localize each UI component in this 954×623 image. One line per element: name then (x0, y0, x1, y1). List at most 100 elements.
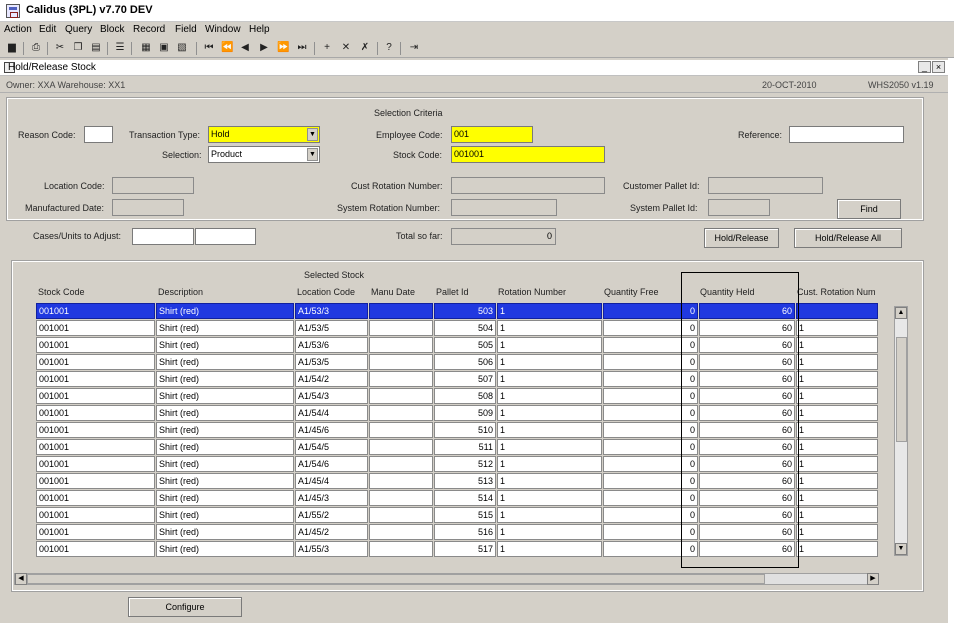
cell-location-code[interactable]: A1/45/3 (295, 490, 368, 506)
cell-pallet-id[interactable]: 511 (434, 439, 496, 455)
cell-description[interactable]: Shirt (red) (156, 320, 294, 336)
cell-cust-rotation[interactable]: 1 (796, 405, 878, 421)
cell-pallet-id[interactable]: 509 (434, 405, 496, 421)
cell-rotation-number[interactable]: 1 (497, 439, 602, 455)
cell-location-code[interactable]: A1/53/3 (295, 303, 368, 319)
cell-cust-rotation[interactable]: 1 (796, 388, 878, 404)
cell-location-code[interactable]: A1/53/5 (295, 354, 368, 370)
manufactured-date-input[interactable] (112, 199, 184, 216)
stock-code-input[interactable]: 001001 (451, 146, 605, 163)
cell-description[interactable]: Shirt (red) (156, 541, 294, 557)
cell-location-code[interactable]: A1/53/6 (295, 337, 368, 353)
cell-rotation-number[interactable]: 1 (497, 320, 602, 336)
cell-stock-code[interactable]: 001001 (36, 490, 155, 506)
cell-pallet-id[interactable]: 512 (434, 456, 496, 472)
cell-pallet-id[interactable]: 510 (434, 422, 496, 438)
cell-pallet-id[interactable]: 516 (434, 524, 496, 540)
exit-icon[interactable]: ⇥ (408, 42, 420, 54)
menu-action[interactable]: Action (4, 24, 32, 35)
cell-stock-code[interactable]: 001001 (36, 405, 155, 421)
cell-description[interactable]: Shirt (red) (156, 524, 294, 540)
cell-manu-date[interactable] (369, 354, 433, 370)
cell-cust-rotation[interactable]: 1 (796, 422, 878, 438)
cell-stock-code[interactable]: 001001 (36, 473, 155, 489)
paste-record-icon[interactable]: ▧ (176, 42, 188, 54)
next-record-icon[interactable]: ▶ (258, 42, 270, 54)
cell-stock-code[interactable]: 001001 (36, 303, 155, 319)
cell-description[interactable]: Shirt (red) (156, 473, 294, 489)
cell-cust-rotation[interactable]: 1 (796, 490, 878, 506)
transaction-type-select[interactable]: Hold ▼ (208, 126, 320, 143)
cell-cust-rotation[interactable]: 1 (796, 456, 878, 472)
menu-record[interactable]: Record (133, 24, 165, 35)
cell-stock-code[interactable]: 001001 (36, 320, 155, 336)
cell-manu-date[interactable] (369, 422, 433, 438)
paste-icon[interactable]: ▤ (90, 42, 102, 54)
cell-stock-code[interactable]: 001001 (36, 354, 155, 370)
cell-stock-code[interactable]: 001001 (36, 388, 155, 404)
cell-stock-code[interactable]: 001001 (36, 524, 155, 540)
cell-manu-date[interactable] (369, 388, 433, 404)
cell-description[interactable]: Shirt (red) (156, 507, 294, 523)
insert-record-icon[interactable]: + (321, 42, 333, 54)
units-to-adjust-input[interactable] (195, 228, 256, 245)
hold-release-button[interactable]: Hold/Release (704, 228, 779, 248)
cell-rotation-number[interactable]: 1 (497, 422, 602, 438)
cell-pallet-id[interactable]: 513 (434, 473, 496, 489)
duplicate-record-icon[interactable]: ✗ (359, 42, 371, 54)
selection-select[interactable]: Product ▼ (208, 146, 320, 163)
cell-cust-rotation[interactable]: 1 (796, 524, 878, 540)
cell-manu-date[interactable] (369, 456, 433, 472)
menu-query[interactable]: Query (65, 24, 92, 35)
customer-pallet-input[interactable] (708, 177, 823, 194)
cell-manu-date[interactable] (369, 473, 433, 489)
scroll-up-icon[interactable]: ▲ (895, 307, 907, 319)
horizontal-scrollbar[interactable]: ◀ ▶ (14, 573, 879, 585)
system-pallet-input[interactable] (708, 199, 770, 216)
employee-code-input[interactable]: 001 (451, 126, 533, 143)
location-code-input[interactable] (112, 177, 194, 194)
cell-manu-date[interactable] (369, 524, 433, 540)
cell-rotation-number[interactable]: 1 (497, 490, 602, 506)
hold-release-all-button[interactable]: Hold/Release All (794, 228, 902, 248)
delete-record-icon[interactable]: ✕ (340, 42, 352, 54)
scroll-down-icon[interactable]: ▼ (895, 543, 907, 555)
cell-description[interactable]: Shirt (red) (156, 337, 294, 353)
print-icon[interactable]: ⎙ (30, 42, 42, 54)
cell-location-code[interactable]: A1/54/2 (295, 371, 368, 387)
cell-cust-rotation[interactable] (796, 303, 878, 319)
cell-rotation-number[interactable]: 1 (497, 405, 602, 421)
help-icon[interactable]: ? (383, 42, 395, 54)
cell-cust-rotation[interactable]: 1 (796, 541, 878, 557)
cell-location-code[interactable]: A1/54/4 (295, 405, 368, 421)
cell-stock-code[interactable]: 001001 (36, 541, 155, 557)
chevron-down-icon[interactable]: ▼ (307, 128, 318, 141)
cell-manu-date[interactable] (369, 541, 433, 557)
cell-pallet-id[interactable]: 504 (434, 320, 496, 336)
cell-description[interactable]: Shirt (red) (156, 388, 294, 404)
cell-location-code[interactable]: A1/54/5 (295, 439, 368, 455)
cell-stock-code[interactable]: 001001 (36, 371, 155, 387)
cell-cust-rotation[interactable]: 1 (796, 320, 878, 336)
copy-icon[interactable]: ❐ (72, 42, 84, 54)
cell-cust-rotation[interactable]: 1 (796, 337, 878, 353)
save-icon[interactable]: ▆ (6, 42, 18, 54)
find-button[interactable]: Find (837, 199, 901, 219)
cell-description[interactable]: Shirt (red) (156, 405, 294, 421)
cell-pallet-id[interactable]: 507 (434, 371, 496, 387)
cell-rotation-number[interactable]: 1 (497, 371, 602, 387)
cell-pallet-id[interactable]: 503 (434, 303, 496, 319)
cell-rotation-number[interactable]: 1 (497, 456, 602, 472)
cell-location-code[interactable]: A1/54/6 (295, 456, 368, 472)
cell-pallet-id[interactable]: 505 (434, 337, 496, 353)
system-rotation-input[interactable] (451, 199, 557, 216)
cell-description[interactable]: Shirt (red) (156, 456, 294, 472)
horizontal-scroll-thumb[interactable] (27, 574, 765, 584)
cell-manu-date[interactable] (369, 405, 433, 421)
cell-description[interactable]: Shirt (red) (156, 371, 294, 387)
next-set-icon[interactable]: ⏩ (277, 42, 289, 54)
cell-manu-date[interactable] (369, 490, 433, 506)
cases-to-adjust-input[interactable] (132, 228, 194, 245)
cell-manu-date[interactable] (369, 507, 433, 523)
copy-record-icon[interactable]: ▣ (158, 42, 170, 54)
